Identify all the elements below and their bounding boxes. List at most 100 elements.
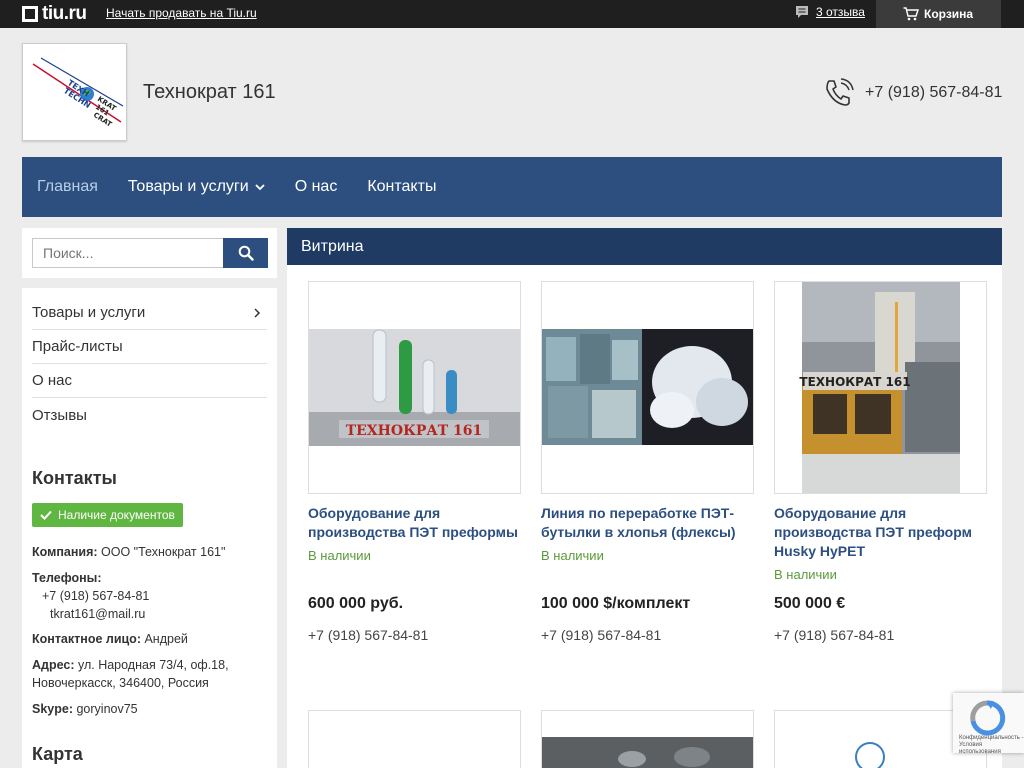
nav-item-contacts[interactable]: Контакты [367,178,436,196]
recaptcha-links: Конфиденциальность - Условия использован… [959,735,1024,756]
nav-item-products[interactable]: Товары и услуги [128,178,265,196]
chevron-down-icon [255,184,265,191]
contact-person-value: Андрей [144,632,188,646]
skype-line: Skype: goryinov75 [32,700,267,718]
image-caption: ТЕХНОКРАТ 161 [799,375,910,389]
phones-label-line: Телефоны: [32,569,267,587]
company-label: Компания: [32,545,98,559]
sidebar-item-label: Отзывы [32,406,87,424]
product-card[interactable]: ТЕХНОКРАТ 161 Оборудование для производс… [774,281,987,643]
husky-machine-image: ТЕХНОКРАТ 161 [799,282,960,493]
cart-button[interactable]: Корзина [876,0,1001,28]
sidebar-item-label: О нас [32,372,72,389]
sidebar-item-reviews[interactable]: Отзывы [32,398,267,432]
reviews-link-group[interactable]: 3 отзыва [795,5,865,19]
product-image[interactable] [308,710,521,768]
search-panel [22,228,277,278]
address-value-1: ул. Народная 73/4, оф.18, [77,658,229,672]
search-icon [238,245,254,261]
product-image[interactable]: ТЕХНОКРАТ 161 [774,281,987,494]
top-bar: tiu.ru Начать продавать на Tiu.ru 3 отзы… [0,0,1024,28]
nav-item-products-label: Товары и услуги [127,178,249,195]
chevron-right-icon [254,307,261,318]
address-value-2: Новочеркасск, 346400, Россия [32,676,209,690]
skype-value[interactable]: goryinov75 [76,702,137,716]
product-price: 100 000 $/комплект [541,595,691,612]
product-image[interactable] [541,710,754,768]
sidebar-item-label: Прайс-листы [32,338,123,355]
product-price: 600 000 руб. [308,595,404,612]
company-line: Компания: ООО "Технократ 161" [32,543,267,561]
recaptcha-terms[interactable]: Условия использования [959,742,1024,756]
product-title-line: бутылки в хлопья (флексы) [541,524,736,540]
comment-icon [796,6,808,18]
phone-icon [826,78,854,106]
map-title: Карта [32,744,83,764]
product-title-line: Линия по переработке ПЭТ- [541,505,734,521]
search-input[interactable] [32,238,223,268]
main-nav: Главная Товары и услуги О нас Контакты [22,157,1002,217]
address-label: Адрес: [32,658,75,672]
nav-item-home[interactable]: Главная [37,178,98,196]
stock-status: В наличии [308,548,371,563]
company-name: Технократ 161 [143,81,276,103]
product-phone[interactable]: +7 (918) 567-84-81 [774,627,894,643]
phone-value[interactable]: +7 (918) 567-84-81 [32,587,267,605]
header-phone-number: +7 (918) 567-84-81 [865,84,1003,101]
company-value: ООО "Технократ 161" [101,545,226,559]
product-title[interactable]: Оборудование для производства ПЭТ префор… [308,504,521,542]
nav-item-home-label: Главная [37,178,98,195]
check-icon [40,510,52,520]
contact-person-line: Контактное лицо: Андрей [32,630,267,648]
product-image-graphic [542,737,753,768]
recaptcha-privacy[interactable]: Конфиденциальность - [959,735,1024,742]
showcase-title: Витрина [287,228,1002,265]
recaptcha-badge[interactable]: Конфиденциальность - Условия использован… [953,693,1024,756]
product-title-line: производства ПЭТ преформы [308,524,518,540]
product-card[interactable]: ТЕХНОКРАТ 161 Оборудование для производс… [308,281,521,643]
product-title[interactable]: Линия по переработке ПЭТ- бутылки в хлоп… [541,504,754,542]
sidebar-item-price-lists[interactable]: Прайс-листы [32,330,267,364]
cart-icon [903,7,919,21]
sidebar-item-about[interactable]: О нас [32,364,267,398]
preform-image: ТЕХНОКРАТ 161 [309,329,520,446]
phones-label: Телефоны: [32,571,102,585]
documents-badge-label: Наличие документов [58,508,175,522]
stock-status: В наличии [774,567,837,582]
product-phone[interactable]: +7 (918) 567-84-81 [308,627,428,643]
search-button[interactable] [223,238,268,268]
tiu-logo[interactable]: tiu.ru [22,4,87,24]
tiu-logo-text: tiu.ru [42,3,87,24]
product-title[interactable]: Оборудование для производства ПЭТ префор… [774,504,987,561]
cart-label: Корзина [924,7,974,21]
sidebar: Товары и услуги Прайс-листы О нас Отзывы… [22,288,277,768]
contacts-title: Контакты [32,468,117,488]
product-title-line: Оборудование для [774,505,907,521]
product-price: 500 000 € [774,595,846,612]
sidebar-menu: Товары и услуги Прайс-листы О нас Отзывы [32,296,267,432]
email-value[interactable]: tkrat161@mail.ru [32,605,267,623]
reviews-link[interactable]: 3 отзыва [816,5,865,19]
contact-person-label: Контактное лицо: [32,632,141,646]
start-selling-link[interactable]: Начать продавать на Tiu.ru [106,6,257,20]
product-image[interactable] [541,281,754,494]
product-title-line: Husky HyPET [774,543,866,559]
product-title-line: производства ПЭТ преформ [774,524,972,540]
nav-item-contacts-label: Контакты [367,178,437,195]
product-image[interactable]: ТЕХНОКРАТ 161 [308,281,521,494]
header-phone[interactable]: +7 (918) 567-84-81 [823,77,1002,109]
product-title-line: Оборудование для [308,505,441,521]
company-logo[interactable]: TEXH TECHN KRAT 161 CRAT [22,43,127,141]
nav-item-about[interactable]: О нас [295,178,338,196]
image-caption: ТЕХНОКРАТ 161 [346,423,483,439]
main-content: Витрина ТЕХНОКРАТ 161 Оборудование для п… [287,228,1002,768]
address-line: Адрес: ул. Народная 73/4, оф.18, [32,656,267,674]
stock-status: В наличии [541,548,604,563]
product-card[interactable]: Линия по переработке ПЭТ- бутылки в хлоп… [541,281,754,643]
product-phone[interactable]: +7 (918) 567-84-81 [541,627,661,643]
sidebar-item-label: Товары и услуги [32,304,146,321]
tiu-logo-square [22,6,38,22]
nav-item-about-label: О нас [294,178,338,195]
documents-badge[interactable]: Наличие документов [32,503,183,527]
sidebar-item-products[interactable]: Товары и услуги [32,296,267,330]
